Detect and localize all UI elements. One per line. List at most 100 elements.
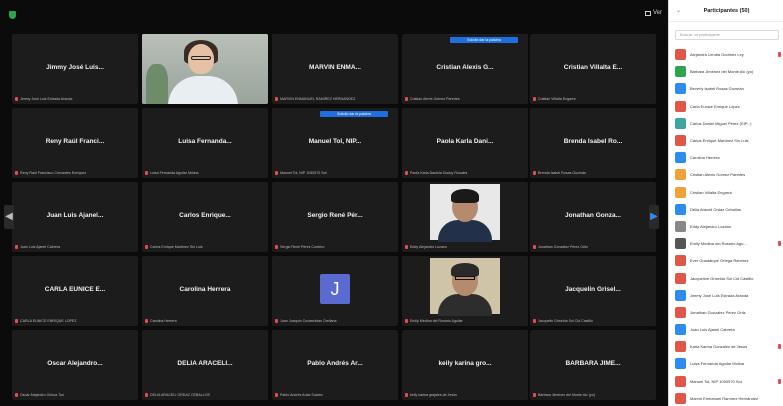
participant-name-label: Juan Luis Ajanel Cabrera: [15, 245, 134, 249]
participant-tile[interactable]: Oscar Alejandro... Oscar Alejandro Ochoa …: [12, 330, 138, 400]
mic-muted-icon: [145, 319, 148, 323]
participant-tile[interactable]: Paola Karla Dani... Paola Karla Daniela G…: [402, 108, 528, 178]
participant-name-label: Jonathan Gonzalez Pérez Ortiz: [533, 245, 652, 249]
participant-list-item[interactable]: Ever Guadalupe Ortega Ramírez: [675, 252, 781, 269]
participant-tile[interactable]: [142, 34, 268, 104]
participant-full-name: DELIA ARACELI ORDAZ CEBALLOS: [150, 393, 210, 397]
raised-hand-banner: Solicitó dar la palabra: [450, 37, 518, 43]
mic-muted-icon[interactable]: [778, 344, 781, 350]
participant-display-name: keily karina gro...: [438, 360, 492, 367]
participant-full-name: Sergio René Pérez Cordero: [280, 245, 325, 249]
participant-name-label: Carolina Herrera: [145, 319, 264, 323]
participant-full-name: CARLA EUNICE ENRIQUE LOPEZ: [20, 319, 77, 323]
mic-muted-icon: [275, 393, 278, 397]
participant-tile[interactable]: Brenda Isabel Ro... Brenda Isabel Rosas G…: [530, 108, 656, 178]
participant-profile-photo: [430, 258, 500, 316]
participant-tile[interactable]: Cristian Alexis G... Solicitó dar la pala…: [402, 34, 528, 104]
participant-name-label: Carlos Enrique Martínez Sin Luis: [145, 245, 264, 249]
participant-display-name: Oscar Alejandro...: [47, 360, 103, 367]
mic-muted-icon[interactable]: [778, 241, 781, 247]
participant-list-item[interactable]: Carolina Herrera: [675, 149, 781, 166]
participant-full-name: Manuel Tol, NIP 1050570 Sot: [280, 171, 327, 175]
shield-icon[interactable]: [9, 11, 16, 19]
participant-list-name: Jimmy José Luis Estrada Aranda: [690, 292, 749, 298]
participant-list-item[interactable]: Carlos Daniel Miguel Pérez (SIP...): [675, 115, 781, 132]
participant-list-item[interactable]: Emily Medina del Rosario Agu...: [675, 235, 781, 252]
participant-list-item[interactable]: Alejandra Urrutia Godínez Ley: [675, 46, 781, 63]
participant-list-item[interactable]: Delia Araceli Ordaz Ceballos: [675, 201, 781, 218]
participants-title: Participantes (50): [703, 7, 750, 14]
participant-list-item[interactable]: Cristian Villalta Engarrá: [675, 184, 781, 201]
participant-list-item[interactable]: Jacqueline Griselda Sol Cid Castillo: [675, 269, 781, 286]
participant-full-name: Carlos Enrique Martínez Sin Luis: [150, 245, 203, 249]
participant-list-item[interactable]: Carlos Enrique Martínez Sin Luis: [675, 132, 781, 149]
participant-tile[interactable]: Emily Medina del Rosario Aguilar: [402, 256, 528, 326]
mic-muted-icon: [275, 319, 278, 323]
participant-display-name: Reny Raúl Franci...: [45, 138, 105, 145]
participant-list-item[interactable]: Beverly Isabel Rosas Guzmán: [675, 80, 781, 97]
mic-muted-icon[interactable]: [778, 378, 781, 384]
participant-full-name: Carolina Herrera: [150, 319, 177, 323]
mic-muted-icon: [405, 97, 408, 101]
participant-list-item[interactable]: Jonathan Gonzalez Pérez Ortiz: [675, 304, 781, 321]
next-page-button[interactable]: ▶: [649, 205, 659, 229]
participant-tile[interactable]: Sergio René Pér... Sergio René Pérez Cord…: [272, 182, 398, 252]
chevron-down-icon[interactable]: ⌄: [676, 7, 681, 14]
mic-muted-icon[interactable]: [778, 52, 781, 57]
participant-tile[interactable]: BARBARA JIME... Bárbara Jiménez del Monte…: [530, 330, 656, 400]
participant-name-label: Juan Joaquín Covarrubias Orellana: [275, 319, 394, 323]
participant-tile[interactable]: Jimmy José Luis... Jimmy José Luis Estrad…: [12, 34, 138, 104]
participant-list-name: Manuel Tol, NIP 1050570 Sot: [690, 378, 742, 384]
participant-search-input[interactable]: Buscar un participante: [675, 30, 779, 40]
participant-tile[interactable]: Juan Luis Ajanel... Juan Luis Ajanel Cabr…: [12, 182, 138, 252]
participant-tile[interactable]: Carolina Herrera Carolina Herrera: [142, 256, 268, 326]
view-button[interactable]: Ver: [644, 10, 662, 16]
participant-tile[interactable]: MARVIN ENMA... MARVIN ENMANUEL RAMIREZ HE…: [272, 34, 398, 104]
participant-tile[interactable]: Eddy Alejandro Lozano: [402, 182, 528, 252]
mic-muted-icon: [275, 97, 278, 101]
participant-list-name: Delia Araceli Ordaz Ceballos: [690, 206, 741, 212]
participant-list-item[interactable]: Eddy Alejandro Lozano: [675, 218, 781, 235]
participant-display-name: DELIA ARACELI...: [177, 360, 233, 367]
participant-list-item[interactable]: Karla Karina González de Jesús: [675, 338, 781, 355]
participant-list-name: Ever Guadalupe Ortega Ramírez: [690, 258, 749, 264]
participant-name-label: Paola Karla Daniela Godoy Rosales: [405, 171, 524, 175]
participant-list-item[interactable]: Jimmy José Luis Estrada Aranda: [675, 287, 781, 304]
participant-list-item[interactable]: Luisa Fernanda Aguilar Molina: [675, 355, 781, 372]
meeting-window: Ver Jimmy José Luis... Jimmy José Luis Es…: [0, 0, 668, 406]
participant-list-item[interactable]: Carla Eunice Enrique López: [675, 98, 781, 115]
participant-tile[interactable]: Cristian Villalta E... Cristian Villalta …: [530, 34, 656, 104]
participant-list-item[interactable]: Cristian Alexis Gómez Paredes: [675, 166, 781, 183]
mic-muted-icon: [533, 319, 536, 323]
participant-list-item[interactable]: Bárbara Jiménez del Monte Alc (yo): [675, 63, 781, 80]
participant-list-item[interactable]: Manuel Tol, NIP 1050570 Sot: [675, 373, 781, 390]
participant-tile[interactable]: J Juan Joaquín Covarrubias Orellana: [272, 256, 398, 326]
participant-tile[interactable]: keily karina gro... keily karina grajales…: [402, 330, 528, 400]
participant-name-label: Emily Medina del Rosario Aguilar: [405, 319, 524, 323]
participant-tile[interactable]: Luisa Fernanda... Luisa Fernanda Aguilar …: [142, 108, 268, 178]
participant-tile[interactable]: Jacquelin Grisel... Jacquelin Griselda So…: [530, 256, 656, 326]
participant-list-item[interactable]: Juan Luis Ajanel Cabrera: [675, 321, 781, 338]
participant-list-item[interactable]: Marvin Enmanuel Ramírez Hernández: [675, 390, 781, 406]
participant-display-name: Pablo Andrés Ar...: [307, 360, 363, 367]
previous-page-button[interactable]: ◀: [4, 205, 14, 229]
participant-tile[interactable]: CARLA EUNICE E... CARLA EUNICE ENRIQUE LO…: [12, 256, 138, 326]
participant-tile[interactable]: DELIA ARACELI... DELIA ARACELI ORDAZ CEBA…: [142, 330, 268, 400]
participant-tile[interactable]: Reny Raúl Franci... Reny Raúl Francisco C…: [12, 108, 138, 178]
participant-tile[interactable]: Manuel Tol, NIP... Solicitó dar la palabr…: [272, 108, 398, 178]
mic-muted-icon: [15, 97, 18, 101]
participant-display-name: Cristian Villalta E...: [563, 64, 623, 71]
participant-display-name: BARBARA JIME...: [565, 360, 621, 367]
participant-name-label: Oscar Alejandro Ochoa Tun: [15, 393, 134, 397]
participant-tile[interactable]: Pablo Andrés Ar... Pablo Andrés Arias Suá…: [272, 330, 398, 400]
participant-list-name: Carla Eunice Enrique López: [690, 103, 740, 109]
participant-list-name: Carlos Daniel Miguel Pérez (SIP...): [690, 120, 752, 126]
participant-tile[interactable]: Carlos Enrique... Carlos Enrique Martínez…: [142, 182, 268, 252]
participant-tile[interactable]: Jonathan Gonza... Jonathan Gonzalez Pérez…: [530, 182, 656, 252]
participant-list-name: Jacqueline Griselda Sol Cid Castillo: [690, 275, 754, 281]
participant-video: [142, 34, 268, 104]
participant-full-name: Paola Karla Daniela Godoy Rosales: [410, 171, 468, 175]
participant-display-name: Jimmy José Luis...: [46, 64, 104, 71]
gallery-grid: Jimmy José Luis... Jimmy José Luis Estrad…: [12, 34, 656, 404]
participant-name-label: Sergio René Pérez Cordero: [275, 245, 394, 249]
